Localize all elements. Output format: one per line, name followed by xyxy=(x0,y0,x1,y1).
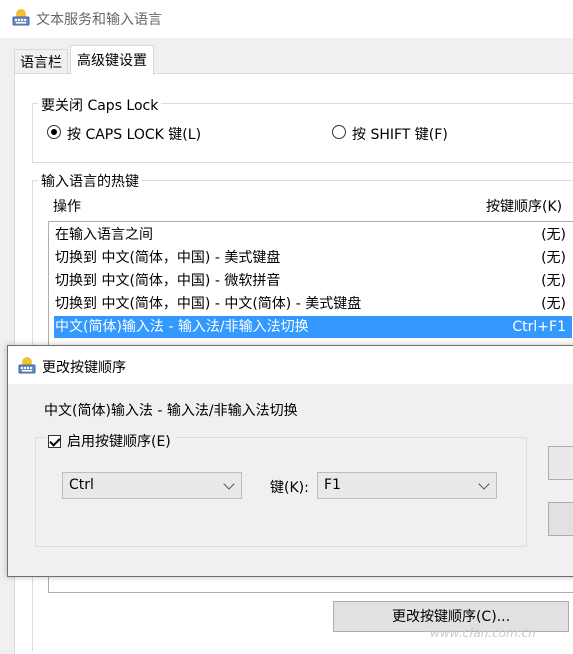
caps-lock-key-radio[interactable] xyxy=(47,125,61,139)
caps-lock-key-radio-label[interactable]: 按 CAPS LOCK 键(L) xyxy=(67,124,201,144)
hotkey-row[interactable]: 切换到 中文(简体，中国) - 美式键盘 (无) xyxy=(54,247,572,269)
tab-language-bar[interactable]: 语言栏 xyxy=(14,49,68,75)
enable-sequence-checkbox[interactable]: 启用按键顺序(E) xyxy=(46,431,175,451)
chevron-down-icon xyxy=(223,478,235,490)
key-value: F1 xyxy=(324,477,341,493)
hotkey-sequence: (无) xyxy=(541,296,566,312)
watermark: www.cfan.com.cn xyxy=(430,626,536,640)
hotkey-action: 在输入语言之间 xyxy=(55,227,153,243)
chevron-down-icon xyxy=(478,478,490,490)
modifier-select[interactable]: Ctrl xyxy=(62,472,242,499)
hotkeys-group-title: 输入语言的热键 xyxy=(38,171,142,191)
key-label: 键(K): xyxy=(270,480,309,496)
checkmark-icon[interactable] xyxy=(48,434,61,448)
keyboard-globe-icon xyxy=(18,357,36,374)
hotkey-row[interactable]: 切换到 中文(简体，中国) - 中文(简体) - 美式键盘 (无) xyxy=(54,293,572,315)
hotkey-row-selected[interactable]: 中文(简体)输入法 - 输入法/非输入法切换 Ctrl+F1 xyxy=(54,316,572,338)
hotkey-sequence: (无) xyxy=(541,227,566,243)
shift-key-radio[interactable] xyxy=(332,125,346,139)
hotkey-action: 切换到 中文(简体，中国) - 中文(简体) - 美式键盘 xyxy=(55,296,362,312)
column-header-action: 操作 xyxy=(53,199,81,215)
window-title: 文本服务和输入语言 xyxy=(36,12,162,28)
dialog-description: 中文(简体)输入法 - 输入法/非输入法切换 xyxy=(44,403,298,419)
enable-sequence-label[interactable]: 启用按键顺序(E) xyxy=(67,431,171,451)
ok-button[interactable] xyxy=(548,446,573,480)
hotkey-action: 切换到 中文(简体，中国) - 美式键盘 xyxy=(55,250,281,266)
dialog-title: 更改按键顺序 xyxy=(42,360,126,376)
change-key-sequence-dialog: 更改按键顺序 中文(简体)输入法 - 输入法/非输入法切换 启用按键顺序(E) … xyxy=(7,345,573,577)
hotkey-row[interactable]: 切换到 中文(简体，中国) - 微软拼音 (无) xyxy=(54,270,572,292)
hotkey-row[interactable]: 在输入语言之间 (无) xyxy=(54,224,572,246)
window-title-bar: 文本服务和输入语言 xyxy=(0,0,573,38)
dialog-body: 中文(简体)输入法 - 输入法/非输入法切换 启用按键顺序(E) Ctrl 键(… xyxy=(8,384,573,576)
tab-advanced-key-settings[interactable]: 高级键设置 xyxy=(70,45,154,75)
hotkey-sequence: Ctrl+F1 xyxy=(512,319,566,335)
hotkey-action: 中文(简体)输入法 - 输入法/非输入法切换 xyxy=(55,319,309,335)
shift-key-radio-label[interactable]: 按 SHIFT 键(F) xyxy=(352,124,448,144)
key-select[interactable]: F1 xyxy=(317,472,497,499)
keyboard-globe-icon xyxy=(12,9,30,26)
caps-lock-group-title: 要关闭 Caps Lock xyxy=(38,95,162,115)
hotkey-action: 切换到 中文(简体，中国) - 微软拼音 xyxy=(55,273,281,289)
dialog-title-bar: 更改按键顺序 xyxy=(8,346,573,384)
cancel-button[interactable] xyxy=(548,502,573,536)
column-header-sequence: 按键顺序(K) xyxy=(486,199,563,215)
modifier-value: Ctrl xyxy=(69,477,94,493)
hotkey-sequence: (无) xyxy=(541,273,566,289)
hotkey-sequence: (无) xyxy=(541,250,566,266)
